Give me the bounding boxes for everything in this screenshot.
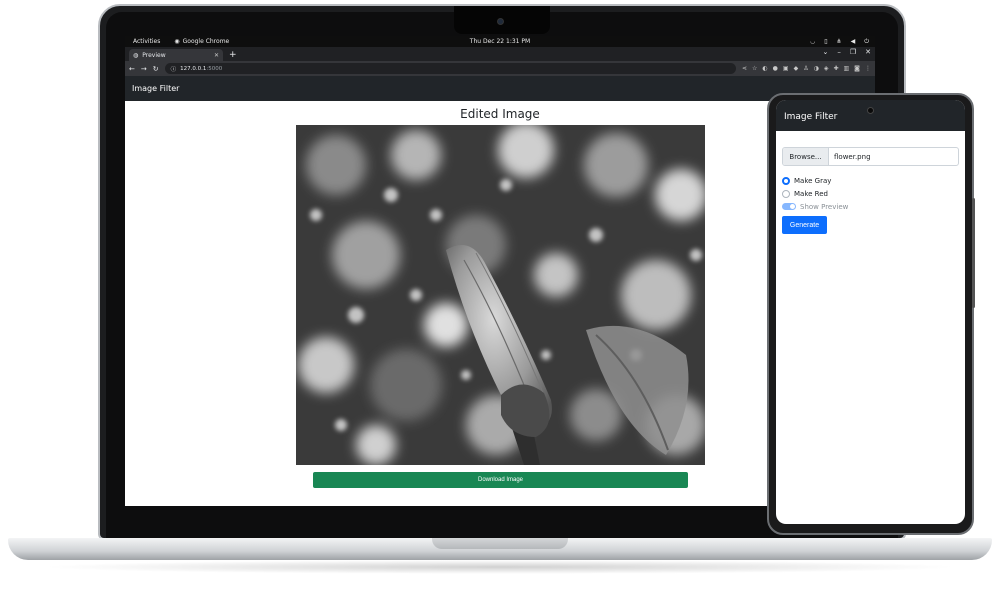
navbar-brand[interactable]: Image Filter: [132, 84, 179, 93]
side-panel-icon[interactable]: ▥: [844, 65, 850, 72]
phone-navbar-brand[interactable]: Image Filter: [784, 112, 837, 122]
laptop-shadow: [40, 560, 960, 574]
tab-title: Preview: [142, 51, 166, 59]
extension-icon[interactable]: ▣: [783, 65, 789, 72]
activities-button[interactable]: Activities: [133, 38, 160, 45]
generate-button[interactable]: Generate: [782, 216, 827, 234]
extensions-puzzle-icon[interactable]: ✚: [833, 65, 838, 72]
close-tab-icon[interactable]: ✕: [214, 52, 219, 59]
active-app-name: Google Chrome: [182, 38, 230, 45]
extension-icon[interactable]: ◈: [824, 65, 829, 72]
app-navbar: Image Filter: [125, 76, 875, 101]
laptop-base-notch: [432, 538, 568, 549]
system-tray[interactable]: ◡ ▯ ⋔ ◀ ⏻: [810, 38, 869, 46]
power-icon: ⏻: [864, 37, 869, 45]
download-image-button[interactable]: Download Image: [313, 472, 688, 488]
restore-icon[interactable]: ❐: [850, 48, 856, 56]
browser-toolbar: ← → ↻ ⓘ 127.0.0.1:5000 ⋖ ☆ ◐ ● ▣ ◆ ♙ ◑ ◈…: [125, 61, 875, 76]
switch-label: Show Preview: [800, 202, 849, 211]
extension-icons: ⋖ ☆ ◐ ● ▣ ◆ ♙ ◑ ◈ ✚ ▥ ◙ ⋮: [742, 65, 871, 72]
dropbox-icon: ◡: [810, 37, 816, 45]
clipboard-icon: ▯: [824, 37, 828, 45]
radio-label: Make Gray: [794, 176, 832, 185]
window-controls: ⌄ – ❐ ✕: [822, 48, 871, 56]
extension-icon[interactable]: ◆: [794, 65, 799, 72]
laptop-camera: [497, 18, 504, 25]
system-clock[interactable]: Thu Dec 22 1:31 PM: [125, 38, 875, 45]
active-app-menu[interactable]: ◉ Google Chrome: [174, 38, 229, 45]
laptop-screen: Activities ◉ Google Chrome Thu Dec 22 1:…: [125, 36, 875, 506]
url-host: 127.0.0.1: [180, 65, 207, 72]
extension-icon[interactable]: ◑: [814, 65, 819, 72]
tab-favicon-icon: ◍: [133, 51, 139, 59]
reload-icon[interactable]: ↻: [153, 65, 159, 73]
option-make-gray[interactable]: Make Gray: [782, 174, 959, 187]
site-info-icon[interactable]: ⓘ: [171, 65, 177, 73]
phone-camera: [867, 107, 874, 114]
browse-button[interactable]: Browse...: [783, 148, 829, 165]
phone-navbar: Image Filter: [776, 100, 965, 131]
volume-icon: ◀: [850, 37, 856, 45]
new-tab-icon[interactable]: +: [229, 49, 237, 61]
filter-form: Browse... flower.png Make Gray Make Red …: [776, 131, 965, 234]
extension-icon[interactable]: ◐: [762, 65, 767, 72]
minimize-icon[interactable]: –: [837, 48, 841, 56]
forward-icon[interactable]: →: [141, 65, 147, 73]
profile-icon[interactable]: ◙: [854, 65, 860, 72]
bookmark-star-icon[interactable]: ☆: [752, 65, 757, 72]
option-make-red[interactable]: Make Red: [782, 187, 959, 200]
radio-make-gray[interactable]: [782, 176, 790, 185]
extension-icon[interactable]: ●: [773, 65, 778, 72]
desktop-top-bar: Activities ◉ Google Chrome Thu Dec 22 1:…: [125, 36, 875, 47]
edited-image: [296, 125, 705, 465]
tab-preview[interactable]: ◍ Preview ✕: [129, 49, 223, 61]
close-window-icon[interactable]: ✕: [865, 48, 871, 56]
show-preview-toggle-row[interactable]: Show Preview: [782, 200, 959, 213]
extension-icon[interactable]: ♙: [803, 65, 808, 72]
share-icon[interactable]: ⋖: [742, 65, 747, 72]
device-mockup: Activities ◉ Google Chrome Thu Dec 22 1:…: [0, 0, 1000, 604]
show-preview-switch[interactable]: [782, 203, 796, 210]
more-menu-icon[interactable]: ⋮: [865, 65, 871, 72]
url-port: :5000: [206, 65, 223, 72]
file-input[interactable]: Browse... flower.png: [782, 147, 959, 166]
phone-side-button: [972, 198, 975, 308]
radio-make-red[interactable]: [782, 189, 790, 198]
chrome-icon: ◉: [174, 38, 180, 45]
network-icon: ⋔: [836, 37, 842, 45]
tab-search-icon[interactable]: ⌄: [822, 48, 828, 56]
address-bar[interactable]: ⓘ 127.0.0.1:5000: [164, 63, 736, 74]
phone-screen: Image Filter Browse... flower.png Make G…: [776, 100, 965, 524]
main-content: Edited Image Download Image: [125, 101, 875, 506]
page-title: Edited Image: [460, 107, 540, 121]
back-icon[interactable]: ←: [129, 65, 135, 73]
radio-label: Make Red: [794, 189, 828, 198]
selected-file-name: flower.png: [834, 152, 871, 161]
tab-strip: ◍ Preview ✕ + ⌄ – ❐ ✕: [125, 47, 875, 61]
